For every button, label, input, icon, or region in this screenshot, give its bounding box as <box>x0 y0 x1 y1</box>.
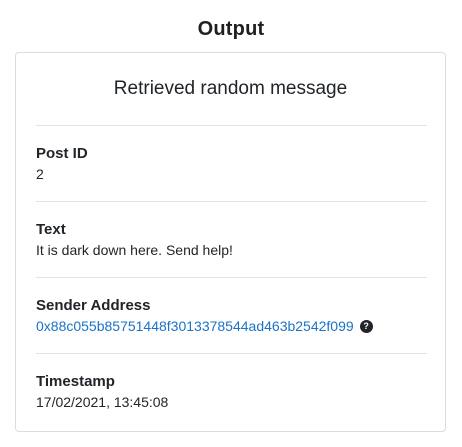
question-circle-icon[interactable]: ? <box>359 319 373 333</box>
text-label: Text <box>36 221 66 238</box>
timestamp-field: Timestamp 17/02/2021, 13:45:08 <box>36 372 427 412</box>
divider <box>36 125 427 126</box>
output-card: Retrieved random message Post ID 2 Text … <box>15 52 446 432</box>
sender-address-field: Sender Address 0x88c055b85751448f3013378… <box>36 296 427 336</box>
sender-address-row: 0x88c055b85751448f3013378544ad463b2542f0… <box>36 316 427 336</box>
text-value: It is dark down here. Send help! <box>36 242 233 258</box>
timestamp-label: Timestamp <box>36 373 115 390</box>
post-id-label: Post ID <box>36 145 88 162</box>
divider <box>36 277 427 278</box>
sender-address-label: Sender Address <box>36 297 151 314</box>
divider <box>36 201 427 202</box>
text-field: Text It is dark down here. Send help! <box>36 220 427 260</box>
timestamp-value: 17/02/2021, 13:45:08 <box>36 394 169 410</box>
sender-address-link[interactable]: 0x88c055b85751448f3013378544ad463b2542f0… <box>36 316 354 336</box>
page-title: Output <box>197 18 265 40</box>
card-heading: Retrieved random message <box>113 78 348 99</box>
post-id-value: 2 <box>36 166 44 182</box>
divider <box>36 353 427 354</box>
post-id-field: Post ID 2 <box>36 144 427 184</box>
